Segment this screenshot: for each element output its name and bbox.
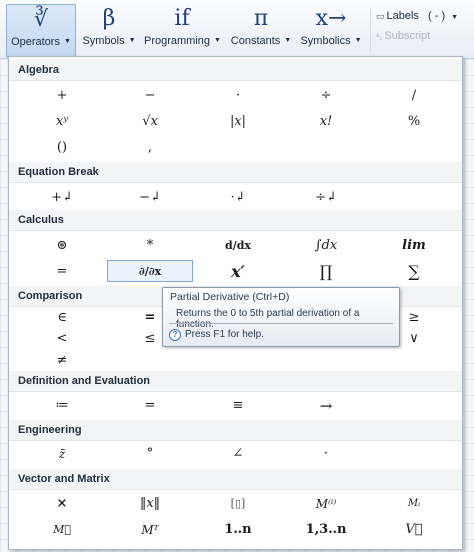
section-vector-matrix: Vector and Matrix bbox=[9, 469, 462, 490]
matrix-column-operator[interactable]: M⁽ⁱ⁾ bbox=[283, 493, 369, 515]
section-definition-evaluation: Definition and Evaluation bbox=[9, 371, 462, 392]
help-icon: ? bbox=[169, 329, 181, 341]
norm-operator[interactable]: ‖x‖ bbox=[107, 493, 193, 515]
conjugate-operator[interactable]: z̄ bbox=[19, 443, 105, 465]
derivative-operator[interactable]: d/dx bbox=[195, 235, 281, 257]
minus-break-operator[interactable]: −↲ bbox=[107, 187, 193, 209]
operators-icon: ∛ bbox=[33, 7, 49, 32]
symbols-button[interactable]: β Symbols ▼ bbox=[78, 4, 140, 56]
programming-label: Programming bbox=[144, 35, 211, 47]
operators-button[interactable]: ∛ Operators ▼ bbox=[6, 4, 76, 58]
vectorize-operator[interactable]: M⃗ bbox=[19, 519, 105, 541]
convolution-operator[interactable]: ⊛ bbox=[19, 235, 105, 257]
labels-icon: ▭ bbox=[376, 11, 385, 21]
divide-operator[interactable]: ÷ bbox=[283, 85, 369, 107]
angle-operator[interactable]: ∠ bbox=[195, 443, 281, 465]
chevron-down-icon: ▼ bbox=[284, 37, 292, 45]
less-than-operator[interactable]: < bbox=[19, 328, 105, 350]
subscript-button[interactable]: ᵃ₁ Subscript bbox=[376, 30, 458, 42]
transpose-operator[interactable]: Mᵀ bbox=[107, 519, 193, 541]
multiply-dot-operator[interactable]: · bbox=[195, 85, 281, 107]
tooltip-title: Partial Derivative (Ctrl+D) bbox=[170, 291, 290, 303]
section-equation-break: Equation Break bbox=[9, 162, 462, 183]
absolute-value-operator[interactable]: |x| bbox=[195, 111, 281, 133]
minus-operator[interactable]: − bbox=[107, 85, 193, 107]
matrix-subscript-operator[interactable]: Mᵢ bbox=[371, 493, 457, 515]
constants-button[interactable]: π Constants ▼ bbox=[228, 4, 294, 56]
operators-label: Operators bbox=[11, 36, 60, 48]
power-operator[interactable]: xʸ bbox=[19, 111, 105, 133]
percent-operator[interactable]: % bbox=[371, 111, 457, 133]
chevron-down-icon: ▼ bbox=[354, 37, 362, 45]
multiply-break-operator[interactable]: ·↲ bbox=[195, 187, 281, 209]
section-calculus: Calculus bbox=[9, 210, 462, 231]
plus-operator[interactable]: + bbox=[19, 85, 105, 107]
tooltip-help: ? Press F1 for help. bbox=[169, 329, 264, 341]
symbolics-icon: x→ bbox=[315, 6, 347, 31]
symbolic-evaluation-operator[interactable]: → bbox=[283, 395, 369, 417]
section-engineering: Engineering bbox=[9, 420, 462, 441]
definition-operator[interactable]: ≔ bbox=[19, 395, 105, 417]
chevron-down-icon: ▼ bbox=[214, 37, 221, 45]
sqrt-operator[interactable]: √x bbox=[107, 111, 193, 133]
beta-icon: β bbox=[102, 6, 116, 31]
section-algebra: Algebra bbox=[9, 60, 462, 81]
slash-operator[interactable]: / bbox=[371, 85, 457, 107]
equals-operator[interactable]: = bbox=[19, 261, 105, 283]
subscript-label: Subscript bbox=[384, 30, 431, 42]
if-icon: if bbox=[174, 6, 190, 31]
prime-derivative-operator[interactable]: x′ bbox=[195, 261, 281, 283]
global-definition-operator[interactable]: ≡ bbox=[195, 395, 281, 417]
integral-operator[interactable]: ∫dx bbox=[283, 235, 369, 257]
subscript-icon: ᵃ₁ bbox=[376, 31, 383, 41]
ribbon-separator bbox=[370, 8, 371, 52]
limit-operator[interactable]: lim bbox=[371, 235, 457, 257]
evaluation-operator[interactable]: = bbox=[107, 395, 193, 417]
not-equal-operator[interactable]: ≠ bbox=[19, 350, 105, 372]
ribbon: ∛ Operators ▼ β Symbols ▼ if Programming ▼ … bbox=[0, 0, 474, 59]
programming-button[interactable]: if Programming ▼ bbox=[144, 4, 221, 56]
range-operator[interactable]: 1‥n bbox=[195, 519, 281, 541]
cross-product-operator[interactable]: × bbox=[19, 493, 105, 515]
tooltip-divider bbox=[169, 323, 393, 324]
element-of-operator[interactable]: ∈ bbox=[19, 307, 105, 329]
factorial-operator[interactable]: x! bbox=[283, 111, 369, 133]
symbolics-button[interactable]: x→ Symbolics ▼ bbox=[298, 4, 364, 56]
parentheses-operator[interactable]: () bbox=[19, 137, 105, 159]
chevron-down-icon: ▼ bbox=[451, 14, 459, 21]
dot-operator[interactable]: · bbox=[283, 443, 369, 465]
tooltip-help-text: Press F1 for help. bbox=[185, 329, 264, 340]
asterisk-operator[interactable]: * bbox=[107, 235, 193, 257]
step-range-operator[interactable]: 1,3‥n bbox=[283, 519, 369, 541]
degree-operator[interactable]: ° bbox=[107, 443, 193, 465]
labels-label: Labels bbox=[386, 10, 419, 22]
plus-break-operator[interactable]: +↲ bbox=[19, 187, 105, 209]
vector-operator[interactable]: V⃗ bbox=[371, 519, 457, 541]
chevron-down-icon: ▼ bbox=[63, 38, 71, 46]
labels-group: ▭ Labels ( - ) ▼ ᵃ₁ Subscript bbox=[376, 10, 458, 42]
labels-value: ( - ) bbox=[428, 10, 446, 22]
labels-dropdown[interactable]: ▭ Labels ( - ) ▼ bbox=[376, 10, 458, 22]
symbols-label: Symbols bbox=[82, 35, 125, 47]
tooltip-description: Returns the 0 to 5th partial derivation … bbox=[176, 308, 360, 330]
comma-operator[interactable]: , bbox=[107, 137, 193, 159]
product-operator[interactable]: ∏ bbox=[283, 261, 369, 283]
divide-break-operator[interactable]: ÷↲ bbox=[283, 187, 369, 209]
partial-derivative-operator[interactable]: ∂/∂x bbox=[107, 260, 193, 282]
matrix-operator[interactable]: [▯] bbox=[195, 493, 281, 515]
symbolics-label: Symbolics bbox=[300, 35, 351, 47]
tooltip: Partial Derivative (Ctrl+D) Returns the … bbox=[162, 287, 400, 347]
pi-icon: π bbox=[253, 6, 269, 31]
constants-label: Constants bbox=[230, 35, 281, 47]
summation-operator[interactable]: ∑ bbox=[371, 261, 457, 283]
chevron-down-icon: ▼ bbox=[128, 37, 136, 45]
